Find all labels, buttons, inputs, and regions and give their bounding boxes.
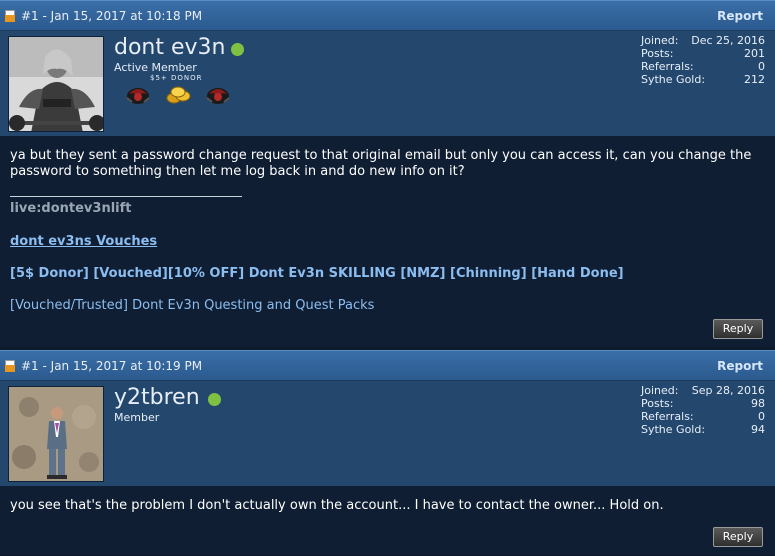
user-stats: Joined: Sep 28, 2016 Posts: 98 Referrals: 0…	[641, 384, 765, 436]
posts-value: 98	[751, 397, 765, 410]
post-body: ya but they sent a password change reque…	[0, 136, 775, 347]
donor-label: $5+ DONOR	[150, 74, 203, 82]
posts-label: Posts:	[641, 397, 674, 410]
report-link[interactable]: Report	[717, 359, 763, 373]
avatar[interactable]	[8, 386, 104, 482]
signature-divider	[10, 196, 242, 197]
online-status-icon	[231, 43, 244, 56]
post-message: you see that's the problem I don't actua…	[10, 498, 664, 513]
skilling-services-link[interactable]: [5$ Donor] [Vouched][10% OFF] Dont Ev3n …	[10, 266, 765, 282]
referrals-value: 0	[758, 60, 765, 73]
reply-button[interactable]: Reply	[713, 527, 763, 547]
user-info: y2tbren Member Joined: Sep 28, 2016 Posts…	[0, 380, 775, 486]
gold-value: 94	[751, 423, 765, 436]
referrals-label: Referrals:	[641, 410, 694, 423]
document-icon	[4, 359, 16, 373]
report-link[interactable]: Report	[717, 9, 763, 23]
dragon-badge-icon	[204, 84, 232, 106]
post-meta[interactable]: #1 - Jan 15, 2017 at 10:19 PM	[21, 359, 202, 373]
post-body: you see that's the problem I don't actua…	[0, 486, 775, 555]
questing-services-link[interactable]: [Vouched/Trusted] Dont Ev3n Questing and…	[10, 298, 765, 314]
post-header: #1 - Jan 15, 2017 at 10:19 PM Report	[0, 350, 775, 380]
online-status-icon	[208, 393, 221, 406]
joined-value: Sep 28, 2016	[691, 384, 765, 397]
post: #1 - Jan 15, 2017 at 10:19 PM Report y2t…	[0, 350, 775, 556]
username[interactable]: dont ev3n	[114, 35, 225, 60]
joined-value: Dec 25, 2016	[691, 34, 765, 47]
user-title: Active Member	[114, 61, 197, 74]
post-message: ya but they sent a password change reque…	[10, 148, 752, 179]
dragon-badge-icon	[124, 84, 152, 106]
joined-label: Joined:	[641, 34, 679, 47]
avatar[interactable]	[8, 36, 104, 132]
referrals-label: Referrals:	[641, 60, 694, 73]
reply-button[interactable]: Reply	[713, 319, 763, 339]
user-stats: Joined: Dec 25, 2016 Posts: 201 Referrals:…	[641, 34, 765, 86]
gold-coins-icon	[164, 84, 192, 106]
gold-label: Sythe Gold:	[641, 423, 706, 436]
gold-label: Sythe Gold:	[641, 73, 706, 86]
gold-value: 212	[744, 73, 765, 86]
referrals-value: 0	[758, 410, 765, 423]
signature-skype: live:dontev3nlift	[10, 201, 132, 216]
post-meta[interactable]: #1 - Jan 15, 2017 at 10:18 PM	[21, 9, 202, 23]
document-icon	[4, 9, 16, 23]
user-info: dont ev3n Active Member $5+ DONOR Joined…	[0, 30, 775, 136]
post-header: #1 - Jan 15, 2017 at 10:18 PM Report	[0, 0, 775, 30]
posts-label: Posts:	[641, 47, 674, 60]
username[interactable]: y2tbren	[114, 385, 200, 410]
joined-label: Joined:	[641, 384, 679, 397]
vouches-link[interactable]: dont ev3ns Vouches	[10, 234, 765, 250]
user-title: Member	[114, 411, 160, 424]
posts-value: 201	[744, 47, 765, 60]
post: #1 - Jan 15, 2017 at 10:18 PM Report don…	[0, 0, 775, 348]
